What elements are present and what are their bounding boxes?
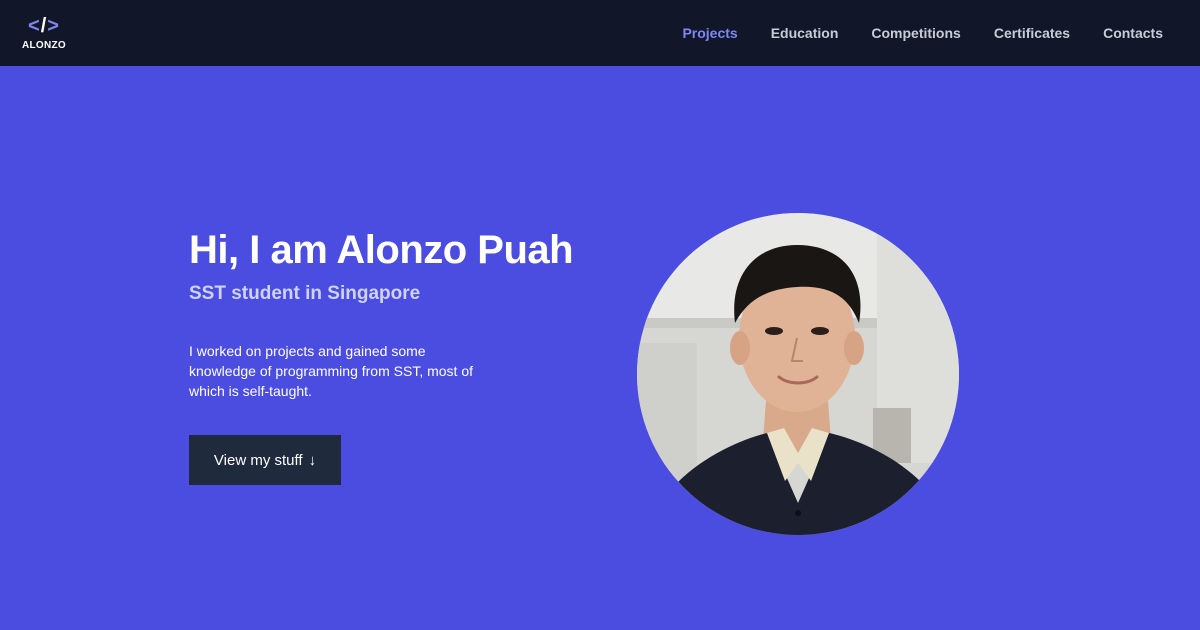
profile-photo [637, 213, 959, 535]
hero-section: Hi, I am Alonzo Puah SST student in Sing… [0, 66, 1200, 630]
top-navbar: </> ALONZO Projects Education Competitio… [0, 0, 1200, 66]
site-logo[interactable]: </> ALONZO [21, 16, 67, 51]
nav-link-certificates[interactable]: Certificates [994, 25, 1070, 41]
logo-text: ALONZO [21, 39, 67, 51]
cta-label: View my stuff [213, 451, 303, 469]
profile-photo-illustration [637, 213, 959, 535]
nav-link-projects[interactable]: Projects [682, 25, 737, 41]
nav-links: Projects Education Competitions Certific… [682, 25, 1163, 41]
nav-link-competitions[interactable]: Competitions [871, 25, 960, 41]
hero-title: Hi, I am Alonzo Puah [189, 228, 574, 272]
arrow-down-icon: ↓ [308, 451, 317, 469]
nav-link-education[interactable]: Education [771, 25, 839, 41]
view-my-stuff-button[interactable]: View my stuff ↓ [189, 435, 341, 485]
hero-description: I worked on projects and gained some kno… [189, 343, 474, 399]
hero-subtitle: SST student in Singapore [189, 283, 421, 304]
nav-link-contacts[interactable]: Contacts [1103, 25, 1163, 41]
code-brackets-icon: </> [28, 14, 60, 37]
